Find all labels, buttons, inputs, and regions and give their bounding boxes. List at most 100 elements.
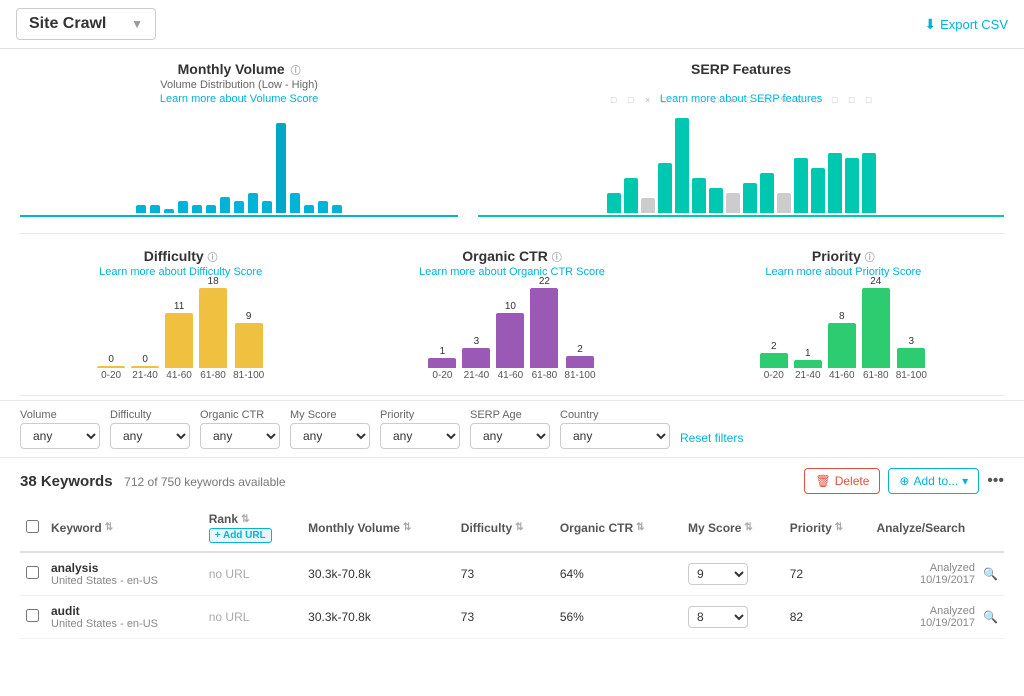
- organic-ctr-panel: Organic CTR ⓘ Learn more about Organic C…: [351, 248, 672, 381]
- my-score-filter-select[interactable]: any: [290, 423, 370, 449]
- row-checkbox[interactable]: [26, 566, 39, 579]
- sort-keyword-icon[interactable]: ⇅: [105, 522, 113, 533]
- bar-col: [332, 205, 342, 213]
- my-score-cell: 8: [682, 596, 784, 639]
- difficulty-cell: 73: [455, 552, 554, 596]
- table-row: audit United States - en-US no URL 30.3k…: [20, 596, 1004, 639]
- analyze-cell: Analyzed 10/19/2017 🔍: [870, 552, 1004, 596]
- organic-ctr-filter-group: Organic CTR any: [200, 409, 280, 449]
- bar-col: [248, 193, 258, 213]
- plus-icon: ⊕: [899, 474, 909, 488]
- top-charts-section: Monthly Volume ⓘ Volume Distribution (Lo…: [0, 49, 1024, 229]
- sort-priority-icon[interactable]: ⇅: [835, 522, 843, 533]
- add-to-button[interactable]: ⊕ Add to... ▾: [888, 468, 979, 494]
- sort-rank-icon[interactable]: ⇅: [241, 514, 249, 525]
- table-row: analysis United States - en-US no URL 30…: [20, 552, 1004, 596]
- keywords-count: 712 of 750 keywords available: [124, 475, 285, 489]
- difficulty-cell: 73: [455, 596, 554, 639]
- monthly-volume-info-icon: ⓘ: [291, 66, 301, 77]
- priority-panel: Priority ⓘ Learn more about Priority Sco…: [683, 248, 1004, 381]
- my-score-select-row0[interactable]: 9: [688, 563, 748, 585]
- keywords-table: Keyword ⇅ Rank ⇅ + Add URL Monthly Vol: [20, 504, 1004, 639]
- sort-difficulty-icon[interactable]: ⇅: [515, 522, 523, 533]
- bar-col: [276, 123, 286, 213]
- delete-button[interactable]: 🗑 Delete: [804, 468, 880, 494]
- organic-ctr-chart: 1 0-20 3 21-40 10 41-60 22 61-80 2: [351, 286, 672, 381]
- organic-ctr-cell: 56%: [554, 596, 682, 639]
- my-score-cell: 9: [682, 552, 784, 596]
- export-csv-label: Export CSV: [940, 17, 1008, 32]
- top-bar: Site Crawl ▼ ⬇ Export CSV: [0, 0, 1024, 49]
- difficulty-panel: Difficulty ⓘ Learn more about Difficulty…: [20, 248, 341, 381]
- reset-filters-button[interactable]: Reset filters: [680, 431, 743, 449]
- monthly-volume-subtitle: Volume Distribution (Low - High): [20, 79, 458, 91]
- bar-col: [136, 205, 146, 213]
- th-analyze-search: Analyze/Search: [870, 504, 1004, 552]
- th-monthly-volume: Monthly Volume ⇅: [302, 504, 455, 552]
- my-score-select-row1[interactable]: 8: [688, 606, 748, 628]
- priority-filter-label: Priority: [380, 409, 460, 421]
- keywords-title: 38 Keywords: [20, 473, 113, 490]
- sort-organic-ctr-icon[interactable]: ⇅: [636, 522, 644, 533]
- difficulty-filter-group: Difficulty any: [110, 409, 190, 449]
- bar-col: [150, 205, 160, 213]
- monthly-volume-cell: 30.3k-70.8k: [302, 552, 455, 596]
- bar-col: [178, 201, 188, 213]
- serp-age-filter-label: SERP Age: [470, 409, 550, 421]
- priority-link[interactable]: Learn more about Priority Score: [683, 266, 1004, 278]
- bar-col: [206, 205, 216, 213]
- organic-ctr-filter-select[interactable]: any: [200, 423, 280, 449]
- keyword-cell: analysis United States - en-US: [45, 552, 203, 596]
- export-csv-button[interactable]: ⬇ Export CSV: [924, 16, 1008, 33]
- dropdown-arrow-icon: ▼: [131, 17, 143, 31]
- th-organic-ctr: Organic CTR ⇅: [554, 504, 682, 552]
- difficulty-filter-label: Difficulty: [110, 409, 190, 421]
- monthly-volume-cell: 30.3k-70.8k: [302, 596, 455, 639]
- organic-ctr-filter-label: Organic CTR: [200, 409, 280, 421]
- bar-col: [164, 209, 174, 213]
- volume-filter-select[interactable]: any: [20, 423, 100, 449]
- th-my-score: My Score ⇅: [682, 504, 784, 552]
- th-difficulty: Difficulty ⇅: [455, 504, 554, 552]
- priority-chart: 2 0-20 1 21-40 8 41-60 24 61-80 3: [683, 286, 1004, 381]
- serp-age-filter-select[interactable]: any: [470, 423, 550, 449]
- country-filter-group: Country any: [560, 409, 670, 449]
- th-priority: Priority ⇅: [784, 504, 871, 552]
- country-filter-label: Country: [560, 409, 670, 421]
- monthly-volume-title: Monthly Volume ⓘ: [20, 61, 458, 77]
- my-score-filter-group: My Score any: [290, 409, 370, 449]
- search-icon[interactable]: 🔍: [983, 610, 998, 624]
- keyword-cell: audit United States - en-US: [45, 596, 203, 639]
- monthly-volume-chart: [20, 113, 458, 213]
- site-crawl-label: Site Crawl: [29, 15, 106, 33]
- select-all-checkbox[interactable]: [26, 520, 39, 533]
- priority-title: Priority ⓘ: [683, 248, 1004, 264]
- serp-features-panel: SERP Features Learn more about SERP feat…: [478, 61, 1004, 217]
- site-crawl-dropdown[interactable]: Site Crawl ▼: [16, 8, 156, 40]
- difficulty-chart: 0 0-20 0 21-40 11 41-60 18 61-80 9: [20, 286, 341, 381]
- priority-filter-group: Priority any: [380, 409, 460, 449]
- priority-filter-select[interactable]: any: [380, 423, 460, 449]
- search-icon[interactable]: 🔍: [983, 567, 998, 581]
- more-options-button[interactable]: •••: [987, 472, 1004, 490]
- analyze-cell: Analyzed 10/19/2017 🔍: [870, 596, 1004, 639]
- serp-features-chart: □ □ × □ □ □ □ ★ □ □ ✎ □ □ □ □ □: [478, 113, 1004, 213]
- sort-monthly-volume-icon[interactable]: ⇅: [403, 522, 411, 533]
- row-checkbox[interactable]: [26, 609, 39, 622]
- add-url-badge[interactable]: + Add URL: [209, 528, 272, 543]
- bar-col: [290, 193, 300, 213]
- sort-my-score-icon[interactable]: ⇅: [744, 522, 752, 533]
- th-rank: Rank ⇅ + Add URL: [203, 504, 302, 552]
- organic-ctr-title: Organic CTR ⓘ: [351, 248, 672, 264]
- organic-ctr-link[interactable]: Learn more about Organic CTR Score: [351, 266, 672, 278]
- difficulty-link[interactable]: Learn more about Difficulty Score: [20, 266, 341, 278]
- row-checkbox-cell: [20, 596, 45, 639]
- monthly-volume-link[interactable]: Learn more about Volume Score: [20, 93, 458, 105]
- row-checkbox-cell: [20, 552, 45, 596]
- bar-col: [192, 205, 202, 213]
- bar-col: [262, 201, 272, 213]
- country-filter-select[interactable]: any: [560, 423, 670, 449]
- rank-cell: no URL: [203, 596, 302, 639]
- difficulty-filter-select[interactable]: any: [110, 423, 190, 449]
- download-icon: ⬇: [924, 16, 936, 33]
